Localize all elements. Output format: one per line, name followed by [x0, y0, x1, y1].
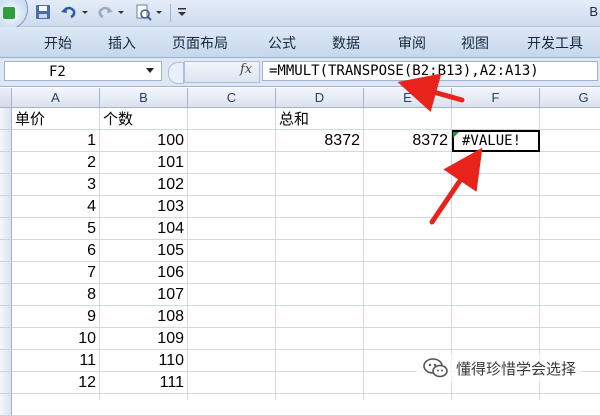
ribbon-tab-0[interactable]: 开始	[44, 33, 72, 53]
ribbon-tab-4[interactable]: 数据	[332, 33, 360, 53]
redo-icon[interactable]	[96, 3, 114, 21]
ribbon-tab-6[interactable]: 视图	[461, 33, 489, 53]
column-header-c[interactable]: C	[188, 88, 276, 108]
cell-b1[interactable]: 个数	[100, 108, 188, 130]
ribbon-tab-7[interactable]: 开发工具	[527, 33, 583, 53]
excel-logo-icon	[3, 7, 15, 19]
column-header-f[interactable]: F	[452, 88, 540, 108]
select-all-corner[interactable]	[0, 88, 12, 108]
ribbon-tab-3[interactable]: 公式	[268, 33, 296, 53]
cell-a11[interactable]: 10	[12, 328, 100, 350]
print-preview-icon[interactable]	[134, 3, 152, 21]
undo-dropdown-icon[interactable]	[80, 6, 90, 18]
cell-b5[interactable]: 103	[100, 196, 188, 218]
insert-function-icon[interactable]: fx	[240, 62, 252, 77]
cell-a5[interactable]: 4	[12, 196, 100, 218]
customize-toolbar-icon[interactable]	[176, 6, 188, 18]
cell-d2[interactable]: 8372	[276, 130, 364, 152]
column-header-a[interactable]: A	[12, 88, 100, 108]
row-header[interactable]	[0, 240, 12, 262]
formula-bar-resize-handle[interactable]	[168, 62, 184, 84]
row-header[interactable]	[0, 130, 12, 152]
cell-b12[interactable]: 110	[100, 350, 188, 372]
row-header[interactable]	[0, 218, 12, 240]
cell-a7[interactable]: 6	[12, 240, 100, 262]
redo-dropdown-icon[interactable]	[116, 6, 126, 18]
save-icon[interactable]	[34, 3, 52, 21]
row-header[interactable]	[0, 152, 12, 174]
preview-dropdown-icon[interactable]	[154, 6, 164, 18]
wechat-icon	[423, 358, 448, 378]
row-header[interactable]	[0, 350, 12, 372]
cell-b3[interactable]: 101	[100, 152, 188, 174]
formula-bar: F2 fx =MMULT(TRANSPOSE(B2:B13),A2:A13)	[0, 58, 600, 87]
cell-d1[interactable]: 总和	[276, 108, 364, 130]
cell-a1[interactable]: 单价	[12, 108, 100, 130]
cell-b8[interactable]: 106	[100, 262, 188, 284]
row-header[interactable]	[0, 394, 12, 416]
row-header[interactable]	[0, 196, 12, 218]
watermark: 懂得珍惜学会选择	[415, 354, 582, 382]
row-header[interactable]	[0, 284, 12, 306]
cell-e2[interactable]: 8372	[364, 130, 452, 152]
cell-b10[interactable]: 108	[100, 306, 188, 328]
row-header[interactable]	[0, 262, 12, 284]
row-header[interactable]	[0, 306, 12, 328]
cell-b7[interactable]: 105	[100, 240, 188, 262]
column-header-g[interactable]: G	[540, 88, 600, 108]
window-title: B	[589, 4, 598, 19]
quick-access-toolbar: B	[0, 0, 600, 30]
row-header[interactable]	[0, 174, 12, 196]
row-header[interactable]	[0, 372, 12, 394]
column-header-d[interactable]: D	[276, 88, 364, 108]
name-box[interactable]: F2	[4, 61, 162, 81]
ribbon-tab-1[interactable]: 插入	[108, 33, 136, 53]
cell-a13[interactable]: 12	[12, 372, 100, 394]
ribbon-tab-2[interactable]: 页面布局	[172, 33, 228, 53]
cell-b13[interactable]: 111	[100, 372, 188, 394]
undo-icon[interactable]	[60, 3, 78, 21]
cell-f2[interactable]: #VALUE!	[452, 130, 540, 152]
formula-input[interactable]: =MMULT(TRANSPOSE(B2:B13),A2:A13)	[262, 61, 598, 81]
cell-b9[interactable]: 107	[100, 284, 188, 306]
row-header[interactable]	[0, 108, 12, 130]
office-button[interactable]	[0, 0, 28, 30]
column-header-e[interactable]: E	[364, 88, 452, 108]
ribbon-tab-5[interactable]: 审阅	[398, 33, 426, 53]
cell-a8[interactable]: 7	[12, 262, 100, 284]
ribbon-tab-bar: 开始 插入 页面布局 公式 数据 审阅 视图 开发工具	[0, 27, 600, 58]
cell-a10[interactable]: 9	[12, 306, 100, 328]
cell-b6[interactable]: 104	[100, 218, 188, 240]
cell-a12[interactable]: 11	[12, 350, 100, 372]
watermark-text: 懂得珍惜学会选择	[455, 359, 576, 378]
cell-a9[interactable]: 8	[12, 284, 100, 306]
cell-b2[interactable]: 100	[100, 130, 188, 152]
cell-a2[interactable]: 1	[12, 130, 100, 152]
column-header-b[interactable]: B	[100, 88, 188, 108]
row-header[interactable]	[0, 328, 12, 350]
cell-b11[interactable]: 109	[100, 328, 188, 350]
error-indicator-icon[interactable]	[453, 132, 459, 138]
toolbar-separator	[170, 4, 171, 22]
name-box-dropdown-icon[interactable]	[146, 68, 154, 73]
cell-a4[interactable]: 3	[12, 174, 100, 196]
cell-a6[interactable]: 5	[12, 218, 100, 240]
cell-b4[interactable]: 102	[100, 174, 188, 196]
cell-a3[interactable]: 2	[12, 152, 100, 174]
